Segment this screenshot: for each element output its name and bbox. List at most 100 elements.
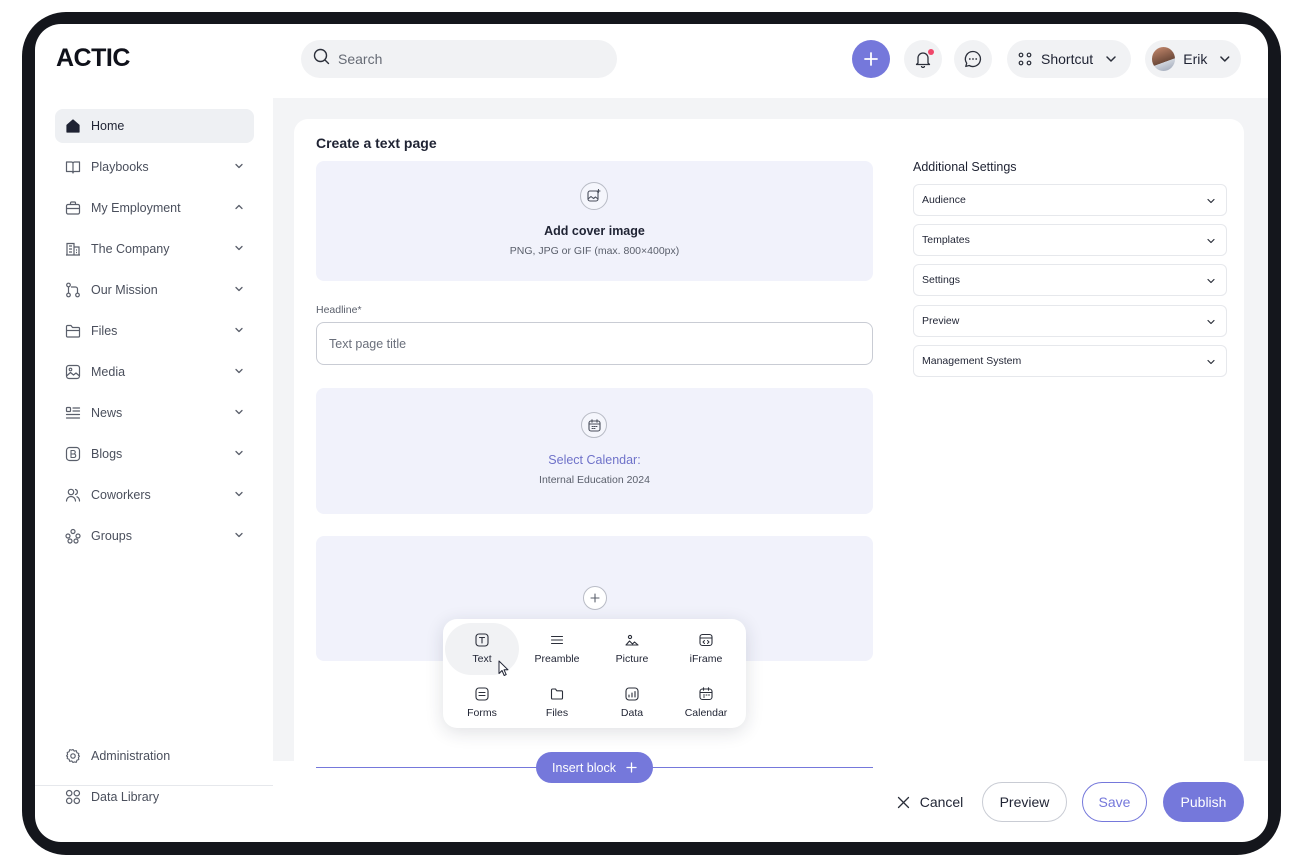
block-option-label: iFrame (689, 653, 723, 665)
sidebar-item-label: Playbooks (91, 160, 149, 174)
block-option-calendar[interactable]: Calendar (669, 677, 743, 729)
sidebar-item-data-library[interactable]: Data Library (55, 780, 254, 814)
plus-icon (626, 762, 637, 773)
data-chart-icon (625, 687, 639, 701)
cover-image-hint: PNG, JPG or GIF (max. 800×400px) (509, 245, 680, 257)
create-button[interactable] (852, 40, 890, 78)
sidebar-item-label: Coworkers (91, 488, 151, 502)
block-option-picture[interactable]: Picture (595, 623, 669, 675)
sidebar-item-label: Home (91, 119, 125, 133)
sidebar-item-label: The Company (91, 242, 170, 256)
chevron-up-icon (235, 204, 243, 210)
avatar (1152, 47, 1176, 71)
notification-dot (928, 49, 934, 55)
sidebar-item-blogs[interactable]: Blogs (55, 437, 254, 471)
gear-icon (65, 748, 81, 764)
settings-accordion-templates[interactable]: Templates (913, 224, 1227, 256)
calendar-select-panel[interactable]: Select Calendar: Internal Education 2024 (316, 388, 873, 514)
add-image-icon (580, 182, 608, 210)
sidebar-item-label: Our Mission (91, 283, 158, 297)
block-option-label: Calendar (684, 707, 728, 719)
close-icon (897, 796, 909, 808)
shortcut-grid-icon (1018, 52, 1032, 66)
sidebar-item-our-mission[interactable]: Our Mission (55, 273, 254, 307)
brand-logo[interactable]: ACTIC (56, 44, 130, 73)
publish-button[interactable]: Publish (1163, 782, 1244, 822)
sidebar-item-media[interactable]: Media (55, 355, 254, 389)
block-option-files[interactable]: Files (520, 677, 594, 729)
sidebar-item-label: News (91, 406, 123, 420)
block-option-label: Preamble (534, 653, 580, 665)
sidebar-item-news[interactable]: News (55, 396, 254, 430)
users-icon (65, 488, 81, 502)
accordion-label: Preview (922, 315, 960, 327)
sidebar-item-administration[interactable]: Administration (55, 739, 254, 773)
cover-image-dropzone[interactable]: Add cover image PNG, JPG or GIF (max. 80… (316, 161, 873, 281)
sidebar-item-label: Blogs (91, 447, 123, 461)
chevron-down-icon (235, 368, 243, 374)
folder-icon (65, 324, 81, 338)
briefcase-icon (65, 201, 81, 215)
save-button[interactable]: Save (1082, 782, 1147, 822)
block-option-label: Picture (615, 653, 649, 665)
headline-input[interactable] (316, 322, 873, 365)
folder-icon (550, 688, 564, 700)
preview-button[interactable]: Preview (982, 782, 1067, 822)
user-menu[interactable]: Erik (1145, 40, 1241, 78)
calendar-select-title[interactable]: Select Calendar: (316, 453, 873, 467)
preamble-icon (550, 635, 564, 645)
block-option-preamble[interactable]: Preamble (520, 623, 594, 675)
search-input[interactable] (338, 51, 588, 67)
chevron-down-icon (235, 532, 243, 538)
sidebar-item-label: Data Library (91, 790, 160, 804)
text-block-icon (475, 633, 489, 647)
picture-icon (625, 634, 639, 646)
chevron-down-icon (235, 327, 243, 333)
sidebar-item-the-company[interactable]: The Company (55, 232, 254, 266)
sidebar-item-groups[interactable]: Groups (55, 519, 254, 553)
chevron-down-icon (235, 409, 243, 415)
data-library-icon (65, 789, 81, 805)
insert-block-button[interactable]: Insert block (536, 752, 653, 783)
shortcut-menu[interactable]: Shortcut (1007, 40, 1131, 78)
settings-accordion-management-system[interactable]: Management System (913, 345, 1227, 377)
accordion-label: Audience (922, 194, 966, 206)
route-icon (66, 282, 80, 298)
headline-label: Headline* (316, 304, 362, 316)
add-block-button[interactable] (583, 586, 607, 610)
chevron-down-icon (235, 245, 243, 251)
home-icon (66, 119, 80, 133)
sidebar-item-my-employment[interactable]: My Employment (55, 191, 254, 225)
accordion-label: Templates (922, 234, 970, 246)
sidebar-item-home[interactable]: Home (55, 109, 254, 143)
shortcut-label: Shortcut (1041, 51, 1094, 67)
sidebar-item-files[interactable]: Files (55, 314, 254, 348)
settings-accordion-settings[interactable]: Settings (913, 264, 1227, 296)
calendar-selected-value: Internal Education 2024 (539, 474, 650, 486)
sidebar-item-coworkers[interactable]: Coworkers (55, 478, 254, 512)
sidebar-item-label: Groups (91, 529, 132, 543)
calendar-icon (581, 412, 607, 438)
chevron-down-icon (1207, 278, 1215, 284)
block-option-label: Forms (467, 707, 497, 719)
settings-accordion-preview[interactable]: Preview (913, 305, 1227, 337)
messages-button[interactable] (954, 40, 992, 78)
app-screen: ACTIC Shortcut Erik Home Playbooks (35, 24, 1268, 842)
settings-accordion-audience[interactable]: Audience (913, 184, 1227, 216)
sidebar-item-playbooks[interactable]: Playbooks (55, 150, 254, 184)
plus-icon (864, 52, 878, 66)
chevron-down-icon (235, 450, 243, 456)
block-option-data[interactable]: Data (595, 677, 669, 729)
cancel-button[interactable]: Cancel (890, 782, 970, 822)
image-icon (65, 364, 81, 380)
sidebar-item-label: Files (91, 324, 118, 338)
blog-icon (65, 446, 81, 462)
search-bar[interactable] (301, 40, 617, 78)
chevron-down-icon (235, 491, 243, 497)
block-option-iframe[interactable]: iFrame (669, 623, 743, 675)
sidebar-item-label: Media (91, 365, 126, 379)
calendar-icon (699, 687, 713, 701)
plus-icon (590, 593, 600, 603)
notifications-button[interactable] (904, 40, 942, 78)
block-option-forms[interactable]: Forms (445, 677, 519, 729)
